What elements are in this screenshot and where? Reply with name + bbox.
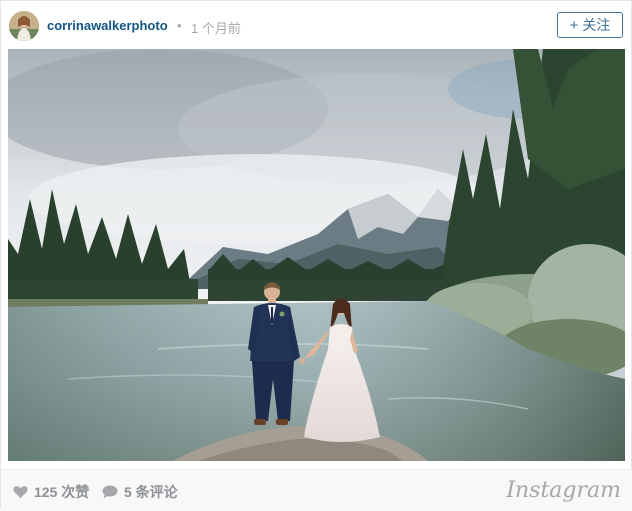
instagram-embed-card: corrinawalkerphoto • 1 个月前 + 关注 125 次赞 5… <box>0 0 632 511</box>
user-avatar[interactable] <box>9 11 39 41</box>
follow-label: 关注 <box>582 17 611 33</box>
post-timestamp[interactable]: 1 个月前 <box>191 18 241 37</box>
separator-dot: • <box>177 18 182 33</box>
follow-button[interactable]: + 关注 <box>557 12 623 38</box>
likes-label: 125 次赞 <box>34 484 90 500</box>
comments-label: 5 条评论 <box>124 484 178 500</box>
username-link[interactable]: corrinawalkerphoto <box>47 18 168 33</box>
wedding-photo-illustration <box>8 49 625 461</box>
likes-count[interactable]: 125 次赞 <box>13 482 89 502</box>
plus-icon: + <box>569 17 579 34</box>
heart-icon <box>13 486 28 498</box>
post-footer: 125 次赞 5 条评论 Instagram <box>1 469 632 511</box>
instagram-logo[interactable]: Instagram <box>506 478 621 503</box>
comment-bubble-icon <box>102 485 118 499</box>
comments-count[interactable]: 5 条评论 <box>102 482 178 502</box>
avatar-image <box>9 11 39 41</box>
post-photo[interactable] <box>8 49 625 461</box>
post-header: corrinawalkerphoto • 1 个月前 + 关注 <box>1 1 632 49</box>
